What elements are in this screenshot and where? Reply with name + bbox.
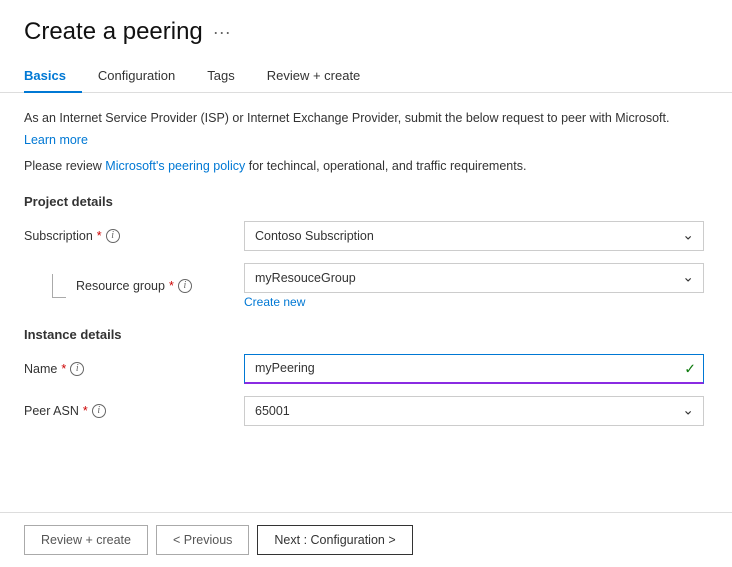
tab-review-create[interactable]: Review + create (251, 60, 377, 93)
resource-group-required: * (169, 279, 174, 293)
peer-asn-label: Peer ASN * i (24, 404, 244, 418)
peer-asn-row: Peer ASN * i 65001 (24, 396, 708, 426)
subscription-required: * (97, 229, 102, 243)
policy-link[interactable]: Microsoft's peering policy (105, 159, 245, 173)
policy-text: Please review Microsoft's peering policy… (24, 157, 708, 176)
check-icon: ✓ (684, 360, 696, 377)
resource-group-row: Resource group * i myResouceGroup Create… (24, 263, 708, 309)
instance-details-title: Instance details (24, 327, 708, 342)
resource-group-control: myResouceGroup Create new (244, 263, 704, 309)
resource-group-label-wrapper: Resource group * i (52, 274, 244, 298)
project-details-title: Project details (24, 194, 708, 209)
name-control: ✓ (244, 354, 704, 384)
subscription-label: Subscription * i (24, 229, 244, 243)
subscription-row: Subscription * i Contoso Subscription (24, 221, 708, 251)
subscription-info-icon[interactable]: i (106, 229, 120, 243)
tab-basics[interactable]: Basics (24, 60, 82, 93)
name-input[interactable] (244, 354, 704, 384)
next-button[interactable]: Next : Configuration > (257, 525, 412, 555)
name-row: Name * i ✓ (24, 354, 708, 384)
name-label: Name * i (24, 362, 244, 376)
peer-asn-required: * (83, 404, 88, 418)
resource-group-info-icon[interactable]: i (178, 279, 192, 293)
policy-prefix: Please review (24, 159, 105, 173)
info-line1: As an Internet Service Provider (ISP) or… (24, 109, 708, 128)
page-title: Create a peering (24, 18, 203, 46)
subscription-control: Contoso Subscription (244, 221, 704, 251)
policy-suffix: for techincal, operational, and traffic … (245, 159, 526, 173)
peer-asn-info-icon[interactable]: i (92, 404, 106, 418)
ellipsis-menu-icon[interactable]: ··· (213, 22, 231, 43)
subscription-select[interactable]: Contoso Subscription (244, 221, 704, 251)
tab-tags[interactable]: Tags (191, 60, 250, 93)
peer-asn-select[interactable]: 65001 (244, 396, 704, 426)
previous-button[interactable]: < Previous (156, 525, 249, 555)
resource-group-select[interactable]: myResouceGroup (244, 263, 704, 293)
learn-more-link[interactable]: Learn more (24, 133, 88, 147)
name-info-icon[interactable]: i (70, 362, 84, 376)
peer-asn-control: 65001 (244, 396, 704, 426)
footer: Review + create < Previous Next : Config… (0, 512, 732, 567)
name-required: * (61, 362, 66, 376)
tab-configuration[interactable]: Configuration (82, 60, 191, 93)
create-new-link[interactable]: Create new (244, 295, 305, 309)
review-create-button[interactable]: Review + create (24, 525, 148, 555)
main-content: As an Internet Service Provider (ISP) or… (0, 93, 732, 512)
tabs-bar: Basics Configuration Tags Review + creat… (0, 60, 732, 93)
